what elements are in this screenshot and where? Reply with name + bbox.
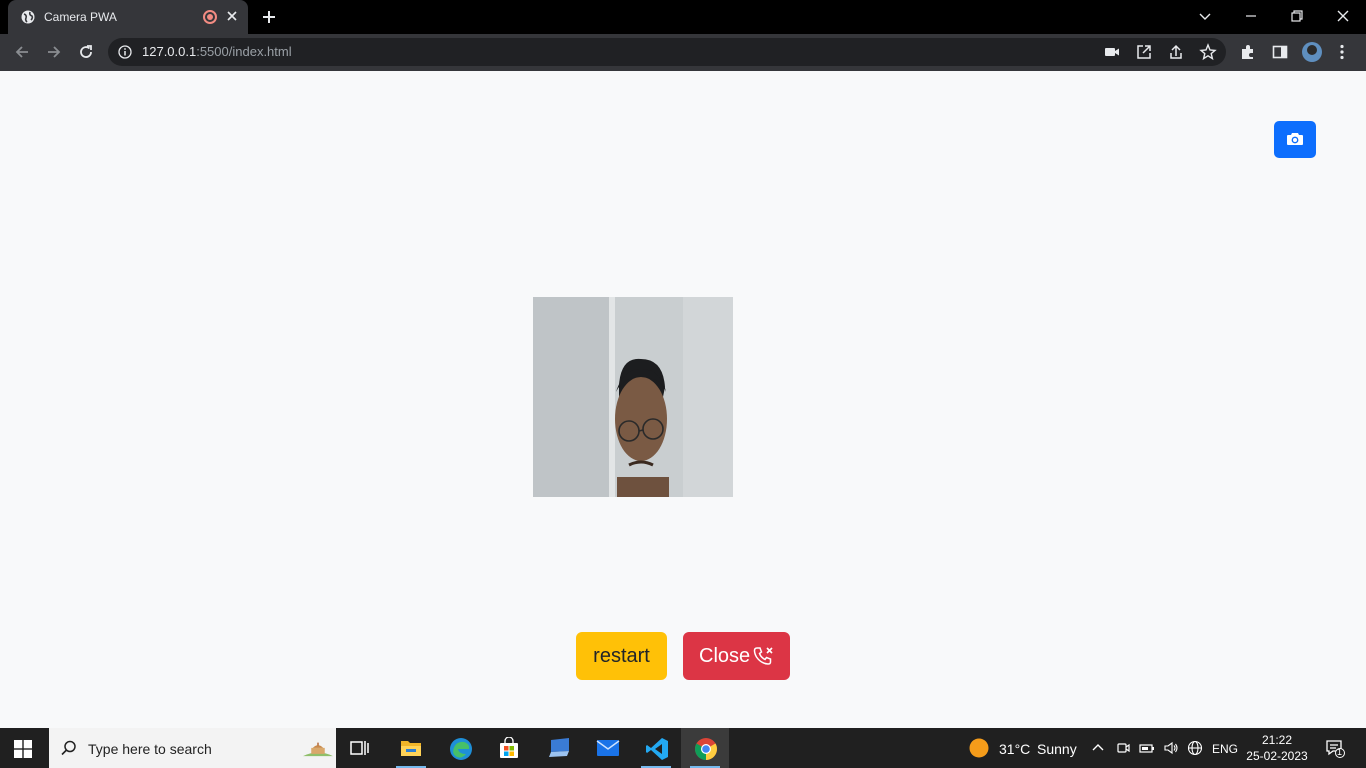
info-icon[interactable] — [118, 45, 132, 59]
recording-indicator-icon — [203, 10, 217, 24]
sun-weather-icon[interactable] — [969, 738, 989, 758]
weather-temperature[interactable]: 31°C — [999, 741, 1030, 757]
taskbar-file-explorer[interactable] — [387, 728, 435, 768]
reload-icon[interactable] — [77, 43, 95, 61]
clock-date: 25-02-2023 — [1246, 749, 1308, 763]
notification-count: 1 — [1337, 747, 1343, 757]
restore-icon[interactable] — [1287, 6, 1307, 26]
profile-avatar[interactable] — [1302, 42, 1322, 62]
taskbar-chrome[interactable] — [681, 728, 729, 768]
clock-time: 21:22 — [1261, 733, 1293, 747]
browser-tab-strip: Camera PWA — [0, 0, 1366, 34]
taskbar-edge[interactable] — [436, 728, 484, 768]
tab-title: Camera PWA — [44, 10, 117, 24]
url-path: :5500/index.html — [196, 44, 292, 59]
extensions-puzzle-icon[interactable] — [1239, 43, 1257, 61]
restart-button[interactable]: restart — [576, 632, 667, 680]
camera-video-feed — [533, 297, 733, 497]
web-page: restart Close — [0, 71, 1366, 728]
browser-tab[interactable]: Camera PWA — [8, 0, 248, 34]
phone-x-icon — [753, 647, 773, 665]
tab-search-icon[interactable] — [1195, 6, 1215, 26]
weather-description[interactable]: Sunny — [1037, 741, 1077, 757]
windows-taskbar: Type here to search 31°C Sunny ENG 21:22… — [0, 728, 1366, 768]
open-in-app-icon[interactable] — [1135, 43, 1153, 61]
taskbar-task-view[interactable] — [336, 728, 384, 768]
back-arrow-icon[interactable] — [13, 43, 31, 61]
screen: Camera PWA 127.0.0.1:5500/index.html res… — [0, 0, 1366, 768]
chevron-up-icon[interactable] — [1090, 740, 1106, 756]
close-button-label: Close — [699, 645, 751, 667]
share-icon[interactable] — [1167, 43, 1185, 61]
forward-arrow-icon[interactable] — [45, 43, 63, 61]
switch-camera-button[interactable] — [1274, 121, 1316, 158]
minimize-icon[interactable] — [1241, 6, 1261, 26]
browser-toolbar: 127.0.0.1:5500/index.html — [0, 34, 1366, 71]
language-indicator[interactable]: ENG — [1212, 741, 1238, 757]
close-call-button[interactable]: Close — [683, 632, 790, 680]
folder-icon — [401, 741, 421, 756]
edge-icon — [450, 738, 472, 760]
taskbar-microsoft-store[interactable] — [485, 728, 533, 768]
task-view-icon — [350, 741, 369, 755]
volume-icon[interactable] — [1163, 740, 1179, 756]
url-text: 127.0.0.1:5500/index.html — [142, 45, 292, 59]
camera-in-use-icon[interactable] — [1103, 43, 1121, 61]
taskbar-mail[interactable] — [583, 728, 631, 768]
network-globe-icon[interactable] — [1187, 740, 1203, 756]
search-icon — [61, 740, 76, 756]
taskbar-vs-code[interactable] — [632, 728, 680, 768]
address-bar[interactable]: 127.0.0.1:5500/index.html — [108, 38, 1226, 66]
battery-icon[interactable] — [1139, 740, 1155, 756]
system-clock[interactable]: 21:22 25-02-2023 — [1243, 732, 1311, 764]
camera-switch-icon — [1287, 133, 1303, 145]
windows-start-icon[interactable] — [14, 740, 32, 758]
mail-icon — [596, 740, 620, 756]
search-highlight-icon — [303, 742, 333, 757]
search-placeholder: Type here to search — [88, 741, 212, 757]
menu-kebab-icon[interactable] — [1333, 43, 1351, 61]
chrome-icon — [695, 738, 717, 760]
new-tab-icon[interactable] — [261, 9, 277, 25]
taskbar-search-box[interactable]: Type here to search — [49, 728, 336, 768]
bookmark-star-icon[interactable] — [1199, 43, 1217, 61]
taskbar-remote-desktop[interactable] — [534, 728, 582, 768]
globe-icon — [21, 10, 35, 24]
webcam-frame — [533, 297, 733, 497]
remote-desktop-icon — [549, 738, 569, 757]
store-icon — [500, 737, 518, 758]
url-host: 127.0.0.1 — [142, 44, 197, 59]
window-close-icon[interactable] — [1333, 6, 1353, 26]
vs-code-icon — [646, 738, 668, 760]
close-tab-icon[interactable] — [225, 9, 239, 23]
side-panel-icon[interactable] — [1271, 43, 1289, 61]
meet-now-icon[interactable] — [1115, 740, 1131, 756]
